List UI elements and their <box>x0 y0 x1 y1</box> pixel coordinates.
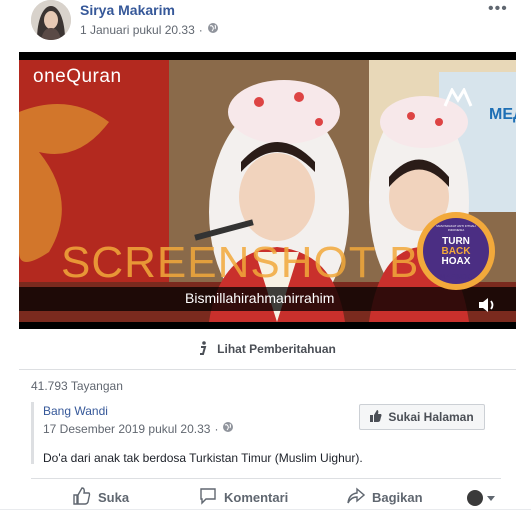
screenshot-watermark: SCREENSHOT BY <box>61 238 450 287</box>
channel-logo-icon <box>443 86 473 113</box>
action-bar: Suka Komentari Bagikan <box>31 478 501 510</box>
like-page-label: Sukai Halaman <box>388 410 474 424</box>
author-avatar[interactable] <box>31 0 71 40</box>
chevron-down-icon <box>487 495 495 501</box>
video-player[interactable]: oneQuran МЕД SCREENSHOT BY Bismillahirah… <box>19 52 516 329</box>
onequran-logo: oneQuran <box>33 66 122 87</box>
share-label: Bagikan <box>372 490 423 505</box>
post-card: Sirya Makarim 1 Januari pukul 20.33 · ••… <box>0 0 531 509</box>
shared-post-divider <box>31 402 34 464</box>
like-page-button[interactable]: Sukai Halaman <box>359 404 485 430</box>
post-as-selector[interactable] <box>467 490 495 506</box>
hoax-badge: TURN BACK HOAX MAFINDO MASYARAKAT ANTI F… <box>417 212 495 290</box>
badge-bottom: MAFINDO <box>439 274 473 281</box>
thumbs-up-icon <box>73 487 91 508</box>
comment-button[interactable]: Komentari <box>199 487 288 508</box>
volume-icon[interactable] <box>477 296 497 319</box>
shared-meta: 17 Desember 2019 pukul 20.33 · <box>43 421 234 436</box>
user-avatar <box>467 490 483 506</box>
thumbs-up-icon <box>370 409 382 425</box>
info-icon <box>199 340 207 358</box>
comment-icon <box>199 487 217 508</box>
like-label: Suka <box>98 490 130 505</box>
globe-icon <box>207 22 219 37</box>
shared-timestamp[interactable]: 17 Desember 2019 pukul 20.33 <box>43 422 210 436</box>
share-button[interactable]: Bagikan <box>347 487 423 508</box>
shared-text: Do'a dari anak tak berdosa Turkistan Tim… <box>43 451 363 465</box>
background-sign-text: МЕД <box>489 106 516 123</box>
post-meta: 1 Januari pukul 20.33 · <box>80 22 219 37</box>
more-options-button[interactable]: ••• <box>488 0 508 18</box>
shared-author[interactable]: Bang Wandi <box>43 404 108 418</box>
globe-icon <box>222 421 234 436</box>
like-button[interactable]: Suka <box>73 487 129 508</box>
view-count[interactable]: 41.793 Tayangan <box>31 379 123 393</box>
video-subtitle: Bismillahirahmanirrahim <box>185 290 335 306</box>
notice-bar[interactable]: Lihat Pemberitahuan <box>19 329 516 370</box>
shared-post: Bang Wandi 17 Desember 2019 pukul 20.33 … <box>31 396 501 472</box>
badge-line-3: HOAX <box>441 256 471 267</box>
notice-label: Lihat Pemberitahuan <box>217 342 336 356</box>
badge-outer-text: MASYARAKAT ANTI FITNAH INDONESIA <box>436 224 476 232</box>
comment-label: Komentari <box>224 490 289 505</box>
share-arrow-icon <box>347 487 366 508</box>
post-timestamp[interactable]: 1 Januari pukul 20.33 <box>80 23 195 37</box>
post-author[interactable]: Sirya Makarim <box>80 2 175 18</box>
